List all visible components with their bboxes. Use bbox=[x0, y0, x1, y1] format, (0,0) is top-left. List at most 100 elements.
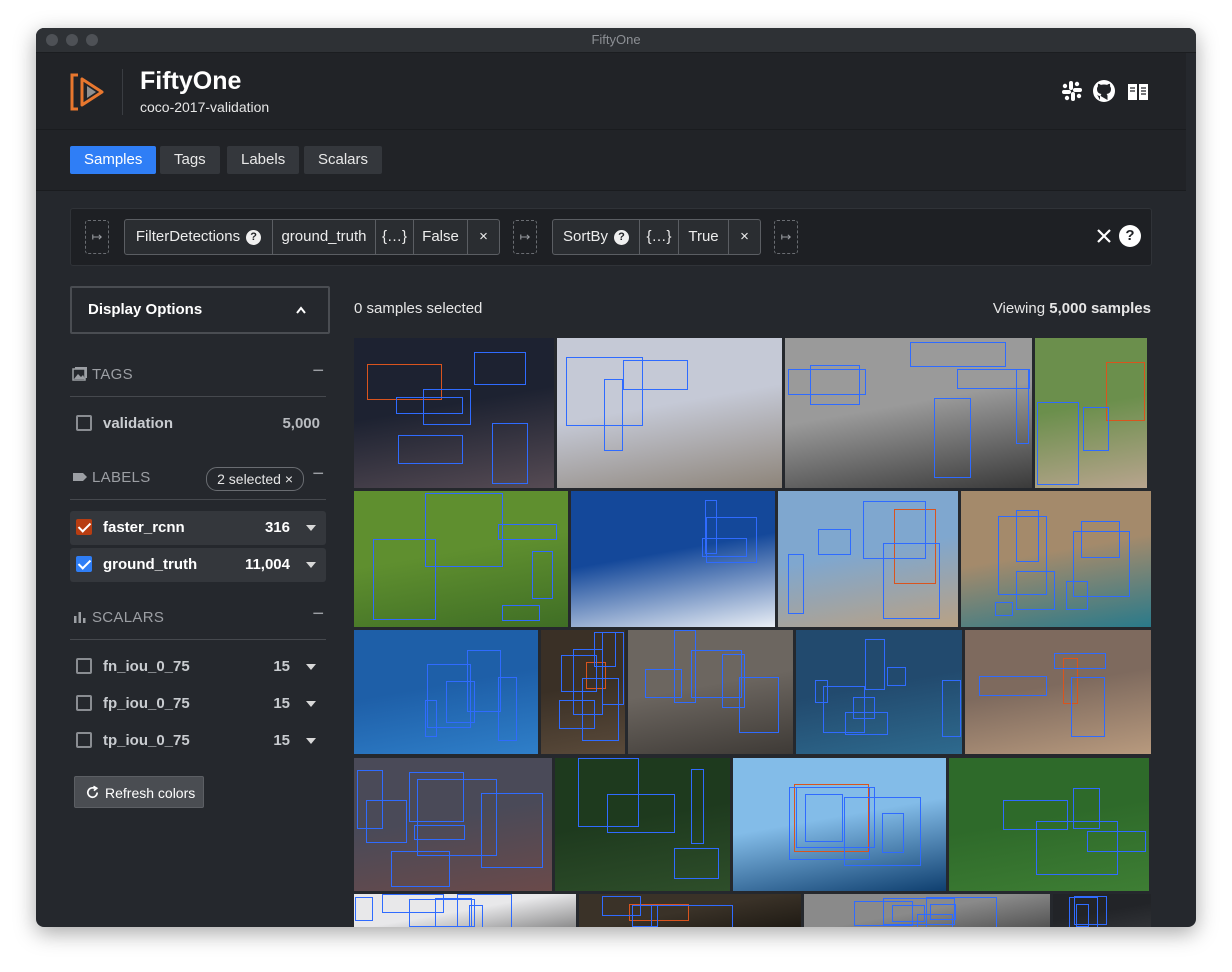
sample-thumbnail-kites-on-beach[interactable] bbox=[557, 338, 782, 488]
refresh-colors-button[interactable]: Refresh colors bbox=[74, 776, 204, 808]
scalar-name: tp_iou_0_75 bbox=[103, 732, 190, 749]
help-icon[interactable]: ? bbox=[614, 229, 629, 245]
stage-param-filter[interactable]: {…} bbox=[376, 220, 414, 254]
sample-thumbnail-grass-tennis[interactable] bbox=[555, 758, 730, 891]
expand-caret-icon[interactable] bbox=[306, 701, 316, 707]
collapse-tags-icon[interactable]: − bbox=[312, 360, 324, 383]
detection-box bbox=[391, 851, 451, 888]
stage-param-only-matches[interactable]: False bbox=[414, 220, 468, 254]
scalar-row-fp-iou[interactable]: fp_iou_0_75 15 bbox=[70, 687, 326, 721]
stage-name[interactable]: SortBy? bbox=[553, 220, 640, 254]
label-checkbox[interactable] bbox=[76, 519, 92, 535]
expand-caret-icon[interactable] bbox=[306, 738, 316, 744]
label-count: 11,004 bbox=[244, 556, 290, 573]
stage-param-reverse[interactable]: True bbox=[679, 220, 729, 254]
brand-divider bbox=[122, 69, 123, 115]
add-stage-button[interactable]: ↦ bbox=[85, 220, 109, 254]
tab-tags[interactable]: Tags bbox=[160, 146, 220, 174]
sample-thumbnail-tennis-match[interactable] bbox=[796, 630, 962, 754]
sample-thumbnail-crowd-ribbon-cutting[interactable] bbox=[354, 338, 554, 488]
github-icon[interactable] bbox=[1092, 79, 1116, 103]
scalar-name: fp_iou_0_75 bbox=[103, 695, 190, 712]
tag-checkbox[interactable] bbox=[76, 415, 92, 431]
expand-caret-icon[interactable] bbox=[306, 664, 316, 670]
detection-box bbox=[690, 769, 704, 845]
display-options-label: Display Options bbox=[88, 301, 203, 318]
clear-view-icon[interactable] bbox=[1095, 227, 1113, 245]
viewing-count: Viewing 5,000 samples bbox=[993, 300, 1151, 317]
add-stage-button[interactable]: ↦ bbox=[774, 220, 798, 254]
collapse-labels-icon[interactable]: − bbox=[312, 463, 324, 486]
tags-section-header: TAGS − bbox=[70, 356, 326, 397]
detection-box bbox=[788, 786, 871, 861]
detection-box bbox=[623, 360, 689, 390]
scalar-row-tp-iou[interactable]: tp_iou_0_75 15 bbox=[70, 724, 326, 758]
detection-box bbox=[882, 812, 905, 853]
labels-selected-pill[interactable]: 2 selected × bbox=[206, 467, 304, 491]
sample-thumbnail-soccer-field[interactable] bbox=[949, 758, 1149, 891]
detection-box bbox=[382, 894, 445, 913]
sample-thumbnail-baseball-crowd[interactable] bbox=[541, 630, 625, 754]
stage-param-field[interactable]: ground_truth bbox=[273, 220, 376, 254]
tab-labels[interactable]: Labels bbox=[227, 146, 300, 174]
scalar-count: 15 bbox=[273, 695, 290, 712]
view-bar-help-icon[interactable]: ? bbox=[1119, 225, 1141, 247]
detection-box bbox=[942, 680, 961, 738]
tab-samples[interactable]: Samples bbox=[70, 146, 157, 174]
slack-icon[interactable] bbox=[1060, 79, 1084, 103]
labels-section-header: LABELS 2 selected × − bbox=[70, 459, 326, 500]
scalar-checkbox[interactable] bbox=[76, 695, 92, 711]
samples-grid bbox=[354, 338, 1151, 927]
sidebar: Display Options TAGS − validation 5,000 … bbox=[70, 286, 330, 926]
sample-thumbnail-school-class-photo[interactable] bbox=[785, 338, 1032, 488]
selection-count: 0 samples selected bbox=[354, 300, 483, 317]
sample-thumbnail-ski-jump[interactable] bbox=[571, 491, 775, 627]
detection-box bbox=[498, 677, 517, 741]
sample-thumbnail-tennis-blue-court[interactable] bbox=[354, 630, 538, 754]
add-stage-button[interactable]: ↦ bbox=[513, 220, 537, 254]
detection-box bbox=[887, 666, 906, 686]
sample-thumbnail-beach-horizon[interactable] bbox=[733, 758, 946, 891]
sample-thumbnail-kite-on-grass[interactable] bbox=[354, 491, 568, 627]
label-name: ground_truth bbox=[103, 556, 198, 573]
tag-row-validation[interactable]: validation 5,000 bbox=[70, 407, 326, 441]
label-row-ground-truth[interactable]: ground_truth 11,004 bbox=[70, 548, 326, 582]
remove-stage-button[interactable]: × bbox=[729, 220, 760, 254]
docs-book-icon[interactable] bbox=[1126, 79, 1150, 103]
detection-box bbox=[787, 554, 805, 614]
stage-name[interactable]: FilterDetections? bbox=[125, 220, 273, 254]
detection-box bbox=[365, 800, 407, 843]
sample-thumbnail-indoor-court[interactable] bbox=[961, 491, 1151, 627]
sample-thumbnail-woman-kitchen[interactable] bbox=[628, 630, 793, 754]
detection-box bbox=[532, 551, 554, 599]
dataset-name: coco-2017-validation bbox=[140, 99, 270, 115]
sample-thumbnail-warehouse[interactable] bbox=[579, 894, 801, 927]
label-checkbox[interactable] bbox=[76, 556, 92, 572]
sample-thumbnail-beach-kite-surfer[interactable] bbox=[778, 491, 958, 627]
expand-caret-icon[interactable] bbox=[306, 562, 316, 568]
display-options-toggle[interactable]: Display Options bbox=[70, 286, 330, 334]
collapse-scalars-icon[interactable]: − bbox=[312, 603, 324, 626]
scalar-row-fn-iou[interactable]: fn_iou_0_75 15 bbox=[70, 650, 326, 684]
detection-box bbox=[644, 669, 683, 699]
detection-box bbox=[473, 351, 527, 385]
detection-box bbox=[995, 601, 1013, 616]
scalar-checkbox[interactable] bbox=[76, 658, 92, 674]
sample-thumbnail-street-crowd[interactable] bbox=[354, 758, 552, 891]
sample-thumbnail-baseball-kids[interactable] bbox=[1035, 338, 1147, 488]
expand-caret-icon[interactable] bbox=[306, 525, 316, 531]
remove-stage-button[interactable]: × bbox=[468, 220, 499, 254]
detection-box bbox=[1053, 652, 1107, 669]
sample-thumbnail-dark-scene[interactable] bbox=[1053, 894, 1151, 927]
label-row-faster-rcnn[interactable]: faster_rcnn 316 bbox=[70, 511, 326, 545]
sample-thumbnail-building-sky[interactable] bbox=[354, 894, 576, 927]
detection-box bbox=[492, 423, 529, 484]
scalar-checkbox[interactable] bbox=[76, 732, 92, 748]
sample-thumbnail-bw-group[interactable] bbox=[804, 894, 1050, 927]
tag-count: 5,000 bbox=[282, 415, 320, 432]
stage-param-sort-field[interactable]: {…} bbox=[640, 220, 679, 254]
tab-scalars[interactable]: Scalars bbox=[304, 146, 383, 174]
sample-thumbnail-family-dinner[interactable] bbox=[965, 630, 1151, 754]
help-icon[interactable]: ? bbox=[246, 229, 262, 245]
scalar-count: 15 bbox=[273, 732, 290, 749]
